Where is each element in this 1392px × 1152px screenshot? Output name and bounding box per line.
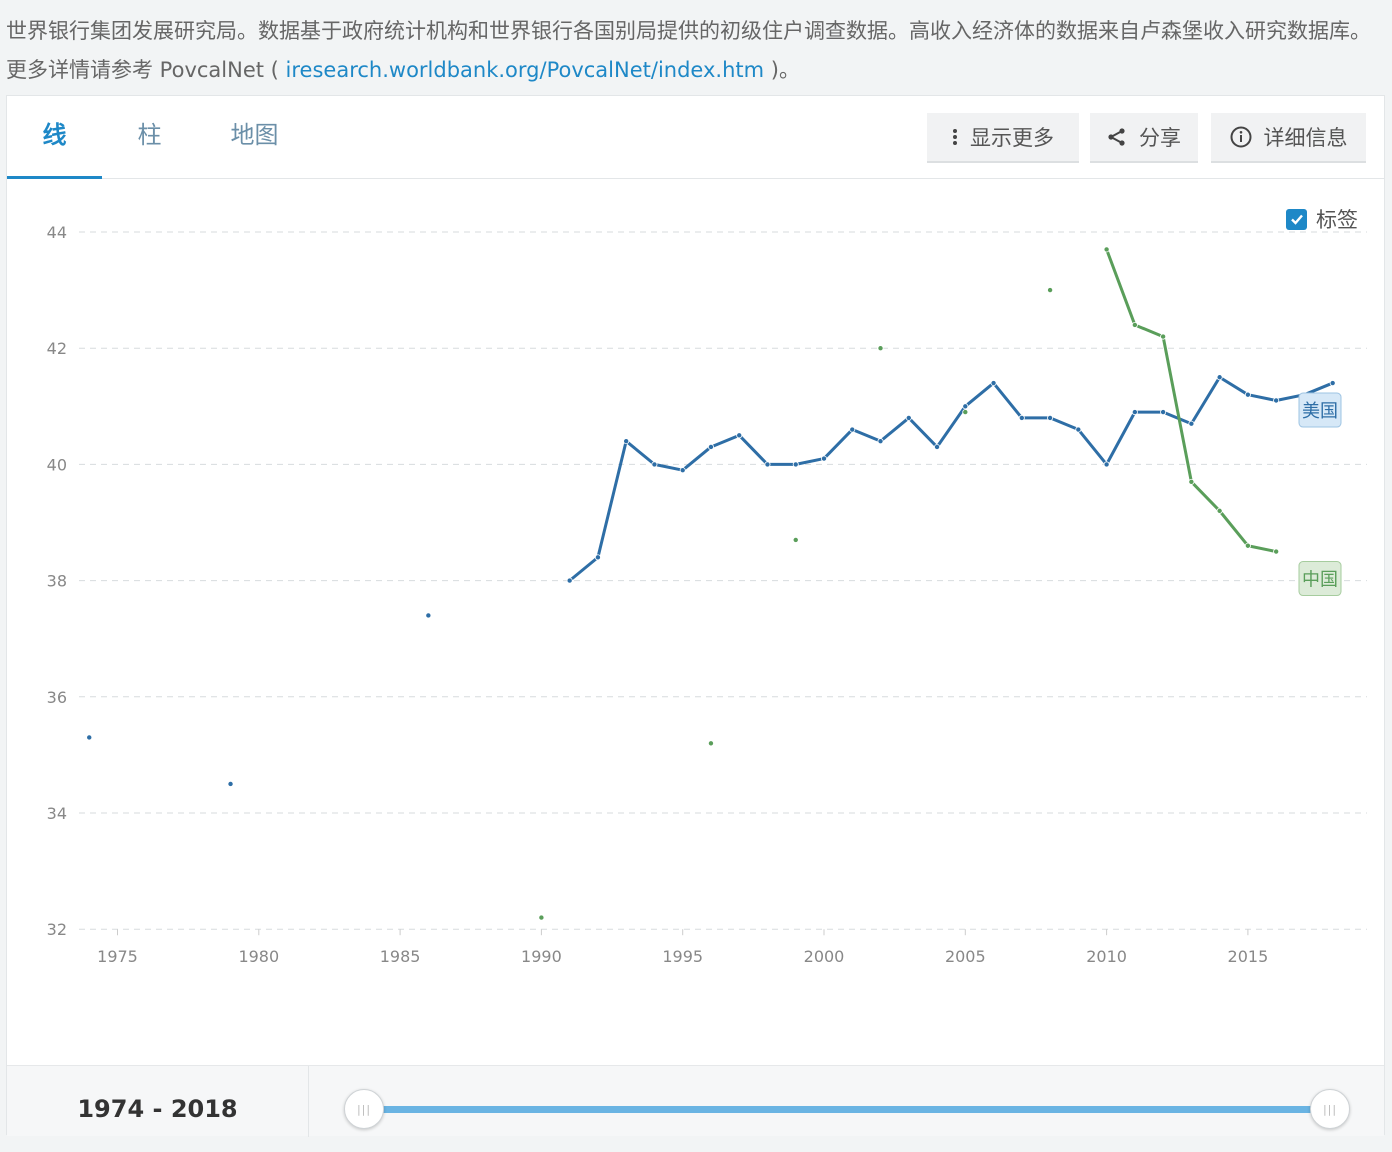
data-point bbox=[1273, 548, 1280, 555]
data-point bbox=[1188, 478, 1195, 485]
data-point bbox=[679, 467, 686, 474]
x-tick-label: 1995 bbox=[662, 947, 703, 966]
data-point bbox=[1244, 542, 1251, 549]
data-point bbox=[1103, 246, 1110, 253]
labels-toggle-label: 标签 bbox=[1316, 208, 1358, 232]
x-tick-label: 2010 bbox=[1086, 947, 1127, 966]
data-point bbox=[86, 734, 93, 741]
data-point bbox=[792, 461, 799, 468]
x-tick-label: 1990 bbox=[521, 947, 562, 966]
range-start-handle[interactable]: ||| bbox=[344, 1089, 384, 1129]
data-point bbox=[1047, 414, 1054, 421]
data-point bbox=[1244, 391, 1251, 398]
data-point bbox=[1075, 426, 1082, 433]
source-suffix: )。 bbox=[764, 58, 800, 82]
y-tick-label: 38 bbox=[47, 572, 67, 591]
data-point bbox=[566, 577, 573, 584]
series-line-china bbox=[1105, 248, 1277, 554]
data-point bbox=[538, 914, 545, 921]
source-note: 世界银行集团发展研究局。数据基于政府统计机构和世界银行各国别局提供的初级住户调查… bbox=[6, 12, 1386, 90]
data-point bbox=[1160, 333, 1167, 340]
year-range-track[interactable] bbox=[365, 1106, 1315, 1113]
data-point bbox=[623, 438, 630, 445]
data-point bbox=[849, 426, 856, 433]
data-point bbox=[1131, 409, 1138, 416]
y-tick-label: 44 bbox=[47, 223, 67, 242]
data-point bbox=[821, 455, 828, 462]
data-point bbox=[1188, 420, 1195, 427]
data-point bbox=[1216, 507, 1223, 514]
series-line-usa bbox=[568, 375, 1334, 582]
data-point bbox=[877, 438, 884, 445]
data-point bbox=[594, 554, 601, 561]
data-point bbox=[934, 443, 941, 450]
data-point bbox=[1216, 374, 1223, 381]
data-point bbox=[1329, 380, 1336, 387]
chart-panel: 线 柱 地图 显示更多 分享 详细信息 32 34 36 38 40 42 44 1975 19… bbox=[6, 95, 1385, 1137]
data-point bbox=[764, 461, 771, 468]
x-tick-label: 2015 bbox=[1228, 947, 1269, 966]
x-tick-label: 1975 bbox=[97, 947, 138, 966]
range-end-handle[interactable]: ||| bbox=[1310, 1089, 1350, 1129]
series-end-label: 美国 bbox=[1302, 401, 1338, 422]
data-point bbox=[1103, 461, 1110, 468]
x-tick-label: 1980 bbox=[238, 947, 279, 966]
y-tick-label: 34 bbox=[47, 804, 67, 823]
data-point bbox=[1273, 397, 1280, 404]
labels-toggle[interactable]: 标签 bbox=[1286, 204, 1358, 234]
data-point bbox=[877, 345, 884, 352]
data-point bbox=[736, 432, 743, 439]
data-point bbox=[1047, 287, 1054, 294]
data-point bbox=[651, 461, 658, 468]
povcalnet-link[interactable]: iresearch.worldbank.org/PovcalNet/index.… bbox=[286, 58, 765, 82]
data-point bbox=[425, 612, 432, 619]
data-point bbox=[707, 443, 714, 450]
year-range-label: 1974 - 2018 bbox=[7, 1066, 309, 1137]
y-tick-label: 40 bbox=[47, 455, 67, 474]
labels-checkbox[interactable] bbox=[1286, 208, 1307, 230]
time-range-footer: 1974 - 2018 ||| ||| bbox=[7, 1065, 1384, 1137]
data-point bbox=[792, 536, 799, 543]
x-tick-label: 2000 bbox=[804, 947, 845, 966]
check-icon bbox=[1290, 214, 1303, 225]
data-point bbox=[905, 414, 912, 421]
data-point bbox=[990, 380, 997, 387]
data-point bbox=[707, 740, 714, 747]
x-tick-label: 2005 bbox=[945, 947, 986, 966]
x-tick-label: 1985 bbox=[380, 947, 421, 966]
data-point bbox=[1018, 414, 1025, 421]
y-tick-label: 36 bbox=[47, 688, 67, 707]
data-point bbox=[1160, 409, 1167, 416]
data-point bbox=[227, 780, 234, 787]
y-tick-label: 32 bbox=[47, 920, 67, 939]
data-point bbox=[962, 403, 969, 410]
line-chart: 32 34 36 38 40 42 44 1975 1980 1985 1990 1995 2000 20… bbox=[47, 223, 1367, 966]
data-point bbox=[1131, 321, 1138, 328]
series-end-label: 中国 bbox=[1302, 570, 1338, 591]
data-point bbox=[962, 409, 969, 416]
y-tick-label: 42 bbox=[47, 339, 67, 358]
